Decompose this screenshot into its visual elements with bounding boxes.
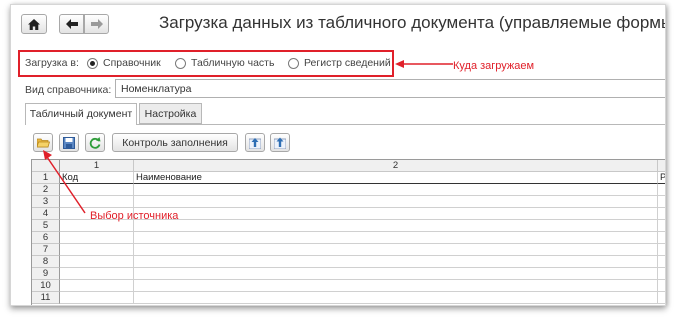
header-col3-text: Р bbox=[660, 172, 666, 183]
grid-cell[interactable] bbox=[134, 220, 658, 232]
grid-cell[interactable] bbox=[658, 232, 665, 244]
col-number-1: 1 bbox=[93, 160, 100, 171]
annotation-source-choice: Выбор источника bbox=[90, 210, 179, 222]
header-cell-3[interactable]: Р bbox=[658, 172, 666, 184]
grid-cell[interactable] bbox=[134, 196, 658, 208]
annotation-where-to-load: Куда загружаем bbox=[453, 60, 535, 72]
arrow-up-icon bbox=[274, 137, 286, 149]
forward-button[interactable] bbox=[84, 14, 109, 34]
grid-cell[interactable] bbox=[658, 220, 665, 232]
row-number[interactable]: 5 bbox=[32, 220, 60, 232]
move-down-button[interactable] bbox=[270, 133, 290, 152]
window-title: Загрузка данных из табличного документа … bbox=[159, 13, 666, 32]
arrow-left-icon bbox=[65, 19, 78, 29]
grid-cell[interactable] bbox=[658, 244, 665, 256]
col-header-2[interactable]: 2 bbox=[134, 160, 658, 172]
row-number[interactable]: 10 bbox=[32, 280, 60, 292]
grid-cell[interactable] bbox=[134, 184, 658, 196]
grid-cell[interactable] bbox=[134, 268, 658, 280]
grid-cell[interactable] bbox=[658, 196, 665, 208]
grid-cell[interactable] bbox=[658, 184, 665, 196]
grid-cell[interactable] bbox=[134, 232, 658, 244]
grid-cell[interactable] bbox=[60, 280, 134, 292]
spreadsheet-grid[interactable]: 1 2 1 Код Наименование Р 2 3 4 5 6 7 8 9 10 11 bbox=[31, 159, 666, 305]
arrow-up-list-icon bbox=[249, 137, 261, 149]
grid-cell[interactable] bbox=[658, 256, 665, 268]
grid-cell[interactable] bbox=[60, 268, 134, 280]
fill-check-button[interactable]: Контроль заполнения bbox=[112, 133, 238, 152]
radio-register-label[interactable]: Регистр сведений bbox=[304, 57, 391, 69]
row-number[interactable]: 7 bbox=[32, 244, 60, 256]
back-button[interactable] bbox=[59, 14, 84, 34]
fill-check-label: Контроль заполнения bbox=[122, 136, 228, 149]
radio-catalog-label[interactable]: Справочник bbox=[103, 57, 161, 69]
annotation-arrow-source bbox=[43, 150, 86, 214]
tab-spreadsheet[interactable]: Табличный документ bbox=[25, 103, 137, 125]
header-cell-name[interactable]: Наименование bbox=[134, 172, 658, 184]
radio-catalog[interactable] bbox=[87, 58, 98, 69]
radio-tabular-part-label[interactable]: Табличную часть bbox=[191, 57, 274, 69]
home-button[interactable] bbox=[21, 14, 47, 34]
tab-active-gap bbox=[26, 124, 136, 125]
grid-cell[interactable] bbox=[60, 244, 134, 256]
col-number-2: 2 bbox=[392, 160, 399, 171]
arrow-right-icon bbox=[90, 19, 103, 29]
grid-cell[interactable] bbox=[60, 256, 134, 268]
grid-cell[interactable] bbox=[60, 292, 134, 304]
main-window: Загрузка данных из табличного документа … bbox=[10, 4, 666, 306]
header-name-text: Наименование bbox=[136, 172, 202, 183]
grid-cell[interactable] bbox=[134, 292, 658, 304]
radio-register[interactable] bbox=[288, 58, 299, 69]
grid-cell[interactable] bbox=[658, 208, 665, 220]
row-number[interactable]: 9 bbox=[32, 268, 60, 280]
tab-spreadsheet-label: Табличный документ bbox=[29, 108, 133, 120]
grid-cell[interactable] bbox=[134, 208, 658, 220]
grid-cell[interactable] bbox=[658, 268, 665, 280]
load-into-label: Загрузка в: bbox=[25, 57, 79, 69]
home-icon bbox=[28, 18, 40, 30]
col-header-3[interactable] bbox=[658, 160, 665, 172]
grid-cell[interactable] bbox=[658, 280, 665, 292]
grid-cell[interactable] bbox=[134, 256, 658, 268]
grid-cell[interactable] bbox=[658, 292, 665, 304]
catalog-value: Номенклатура bbox=[121, 83, 192, 95]
radio-tabular-part[interactable] bbox=[175, 58, 186, 69]
move-up-button[interactable] bbox=[245, 133, 265, 152]
tab-settings[interactable]: Настройка bbox=[139, 103, 202, 124]
grid-cell[interactable] bbox=[134, 244, 658, 256]
catalog-field[interactable]: Номенклатура bbox=[115, 79, 665, 98]
catalog-label: Вид справочника: bbox=[25, 84, 112, 96]
tab-settings-label: Настройка bbox=[144, 107, 197, 120]
row-number[interactable]: 8 bbox=[32, 256, 60, 268]
row-number[interactable]: 11 bbox=[32, 292, 60, 304]
row-number[interactable]: 6 bbox=[32, 232, 60, 244]
grid-cell[interactable] bbox=[60, 232, 134, 244]
annotation-arrow-right bbox=[395, 60, 453, 68]
grid-cell[interactable] bbox=[134, 280, 658, 292]
